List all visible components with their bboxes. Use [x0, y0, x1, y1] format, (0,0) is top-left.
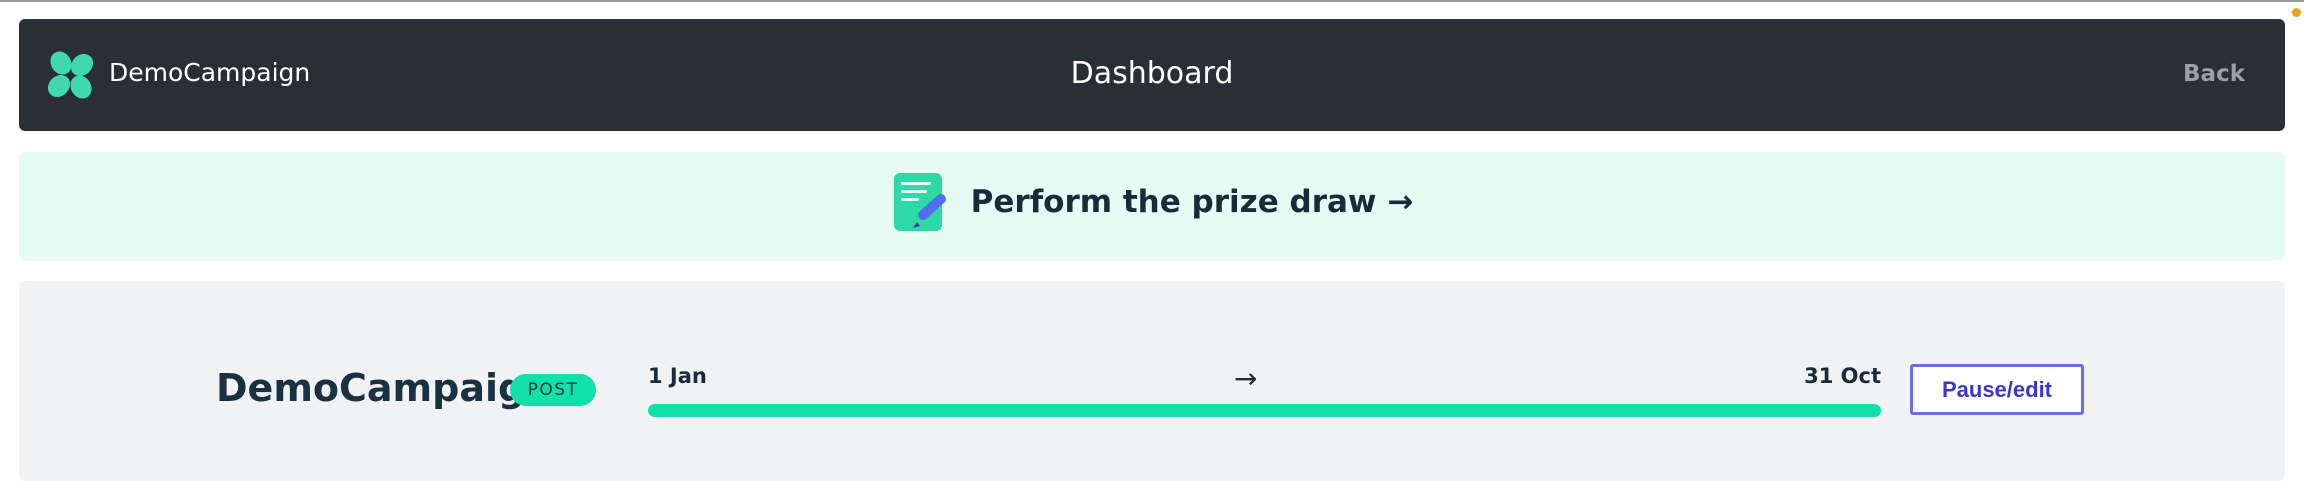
prize-draw-link-text: Perform the prize draw → [970, 184, 1414, 220]
campaign-card: DemoCampaign POST 1 Jan → 31 Oct Pause/e… [19, 281, 2285, 481]
top-nav-bar: DemoCampaign Dashboard Back [19, 19, 2285, 131]
progress-fill [648, 404, 1881, 417]
campaign-name: DemoCampaign [216, 366, 553, 410]
status-dot-icon [2292, 8, 2301, 17]
window-top-border [0, 0, 2304, 2]
notepad-pencil-icon [893, 173, 946, 231]
start-date: 1 Jan [648, 364, 707, 388]
status-badge: POST [510, 374, 596, 406]
page-title: Dashboard [1070, 56, 1234, 91]
campaign-progress-bar [648, 404, 1881, 417]
end-date: 31 Oct [1804, 364, 1881, 388]
date-range-arrow-icon: → [1234, 362, 1258, 395]
back-link[interactable]: Back [2183, 59, 2245, 89]
prize-draw-banner[interactable]: Perform the prize draw → [19, 152, 2285, 261]
pause-edit-button[interactable]: Pause/edit [1910, 364, 2084, 415]
